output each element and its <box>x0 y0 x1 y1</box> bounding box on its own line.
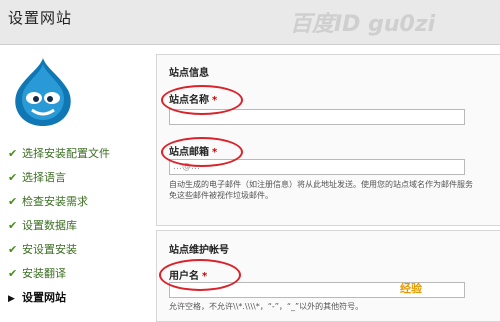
check-icon: ✔ <box>8 195 18 208</box>
current-step-bullet-icon: ▶ <box>8 294 15 304</box>
page-title: 设置网站 <box>8 9 73 27</box>
step-item-current: ▶ 设置网站 <box>8 288 66 308</box>
watermark-corner: 经验 <box>400 282 422 295</box>
annotation-circle <box>161 85 243 115</box>
step-item: ✔ 安设置安装 <box>8 240 77 260</box>
maintenance-account-fieldset: 站点维护帐号 用户名 * 允许空格，不允许\\*.\\\\*，“-”，“_”以外的… <box>156 230 500 322</box>
step-label: 设置网站 <box>22 291 66 304</box>
step-item: ✔ 设置数据库 <box>8 216 77 236</box>
step-label: 检查安装需求 <box>22 195 88 208</box>
step-label: 安设置安装 <box>22 243 77 256</box>
site-email-help: 自动生成的电子邮件（如注册信息）将从此地址发送。使用您的站点域名作为邮件服务 免… <box>169 180 473 200</box>
site-config-form: 站点信息 站点名称* 站点邮箱* 自动生成的电子邮件（如注册信息）将从此地址发送… <box>156 48 500 322</box>
drupal-logo-icon <box>8 56 78 128</box>
step-item: ✔ 安装翻译 <box>8 264 66 284</box>
step-item: ✔ 检查安装需求 <box>8 192 88 212</box>
check-icon: ✔ <box>8 267 18 280</box>
header-bar: 设置网站 百度ID gu0zi <box>0 0 500 45</box>
site-info-legend: 站点信息 <box>169 68 209 79</box>
check-icon: ✔ <box>8 147 18 160</box>
maintenance-legend: 站点维护帐号 <box>169 245 229 256</box>
step-label: 安装翻译 <box>22 267 66 280</box>
check-icon: ✔ <box>8 171 18 184</box>
annotation-circle <box>161 137 243 167</box>
annotation-circle <box>159 259 241 291</box>
step-label: 选择语言 <box>22 171 66 184</box>
check-icon: ✔ <box>8 219 18 232</box>
step-item: ✔ 选择安装配置文件 <box>8 144 110 164</box>
step-label: 设置数据库 <box>22 219 77 232</box>
site-info-fieldset: 站点信息 站点名称* 站点邮箱* 自动生成的电子邮件（如注册信息）将从此地址发送… <box>156 54 500 226</box>
step-item: ✔ 选择语言 <box>8 168 66 188</box>
step-label: 选择安装配置文件 <box>22 147 110 160</box>
watermark-brand: 百度ID gu0zi <box>290 12 436 37</box>
check-icon: ✔ <box>8 243 18 256</box>
username-help: 允许空格，不允许\\*.\\\\*，“-”，“_”以外的其他符号。 <box>169 302 364 311</box>
